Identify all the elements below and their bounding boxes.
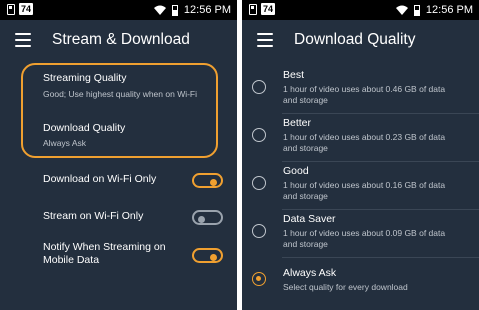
- battery-icon: [413, 4, 420, 16]
- quality-option-good[interactable]: Good 1 hour of video uses about 0.16 GB …: [242, 162, 479, 210]
- option-description-line1: 1 hour of video uses about 0.09 GB of da…: [283, 228, 446, 238]
- option-description-line1: Select quality for every download: [283, 282, 408, 292]
- download-wifi-only-row: Download on Wi-Fi Only: [0, 168, 237, 196]
- quality-option-best[interactable]: Best 1 hour of video uses about 0.46 GB …: [242, 66, 479, 114]
- notification-icon: [7, 3, 15, 15]
- stream-download-screen: 74 12:56 PM Stream & Download Streaming …: [0, 0, 237, 310]
- download-quality-value: Always Ask: [43, 138, 86, 148]
- notification-badge: 74: [261, 3, 276, 15]
- download-wifi-only-toggle[interactable]: [192, 173, 223, 188]
- download-wifi-only-label: Download on Wi-Fi Only: [43, 173, 157, 185]
- streaming-quality-label: Streaming Quality: [43, 72, 127, 84]
- option-description-line2: and storage: [283, 143, 328, 153]
- download-quality-label: Download Quality: [43, 122, 126, 134]
- option-description-line2: and storage: [283, 239, 328, 249]
- radio-button[interactable]: [252, 128, 266, 142]
- hamburger-menu-icon[interactable]: [256, 30, 276, 50]
- notify-mobile-data-label-line1: Notify When Streaming on: [43, 241, 166, 253]
- option-label: Best: [283, 69, 305, 81]
- radio-button[interactable]: [252, 224, 266, 238]
- download-quality-screen: 74 12:56 PM Download Quality Best 1 hour…: [242, 0, 479, 310]
- page-title: Download Quality: [294, 31, 416, 48]
- download-quality-setting[interactable]: Download Quality Always Ask: [0, 122, 237, 154]
- stream-wifi-only-toggle[interactable]: [192, 210, 223, 225]
- battery-icon: [171, 4, 178, 16]
- clock: 12:56 PM: [425, 4, 473, 16]
- option-label: Better: [283, 117, 312, 129]
- option-label: Always Ask: [283, 267, 337, 279]
- app-bar: Stream & Download: [0, 20, 237, 60]
- option-label: Data Saver: [283, 213, 336, 225]
- stream-wifi-only-row: Stream on Wi-Fi Only: [0, 204, 237, 232]
- option-description-line2: and storage: [283, 191, 328, 201]
- option-description-line1: 1 hour of video uses about 0.16 GB of da…: [283, 180, 446, 190]
- wifi-icon: [153, 5, 166, 15]
- radio-button[interactable]: [252, 176, 266, 190]
- notify-mobile-data-toggle[interactable]: [192, 248, 223, 263]
- option-description-line1: 1 hour of video uses about 0.46 GB of da…: [283, 84, 446, 94]
- notification-icon: [249, 3, 257, 15]
- quality-option-data-saver[interactable]: Data Saver 1 hour of video uses about 0.…: [242, 210, 479, 258]
- option-description-line1: 1 hour of video uses about 0.23 GB of da…: [283, 132, 446, 142]
- quality-option-always-ask[interactable]: Always Ask Select quality for every down…: [242, 258, 479, 306]
- page-title: Stream & Download: [52, 31, 190, 48]
- radio-button-selected[interactable]: [252, 272, 266, 286]
- radio-button[interactable]: [252, 80, 266, 94]
- clock: 12:56 PM: [183, 4, 231, 16]
- option-label: Good: [283, 165, 309, 177]
- hamburger-menu-icon[interactable]: [14, 30, 34, 50]
- notify-mobile-data-label-line2: Mobile Data: [43, 254, 100, 266]
- notification-badge: 74: [19, 3, 34, 15]
- notify-mobile-data-row: Notify When Streaming on Mobile Data: [0, 238, 237, 270]
- streaming-quality-setting[interactable]: Streaming Quality Good; Use highest qual…: [0, 72, 237, 104]
- stream-wifi-only-label: Stream on Wi-Fi Only: [43, 210, 144, 222]
- option-description-line2: and storage: [283, 95, 328, 105]
- wifi-icon: [395, 5, 408, 15]
- quality-option-better[interactable]: Better 1 hour of video uses about 0.23 G…: [242, 114, 479, 162]
- status-bar: 74 12:56 PM: [0, 0, 237, 20]
- streaming-quality-value: Good; Use highest quality when on Wi-Fi: [43, 89, 198, 99]
- app-bar: Download Quality: [242, 20, 479, 60]
- status-bar: 74 12:56 PM: [242, 0, 479, 20]
